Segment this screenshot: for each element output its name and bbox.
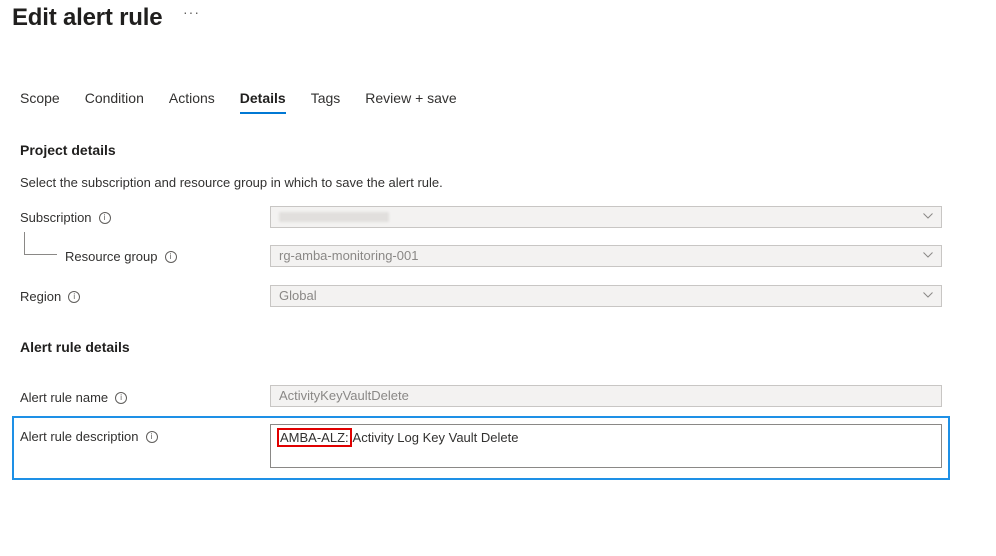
region-value: Global bbox=[279, 288, 317, 303]
info-icon[interactable]: i bbox=[145, 430, 158, 443]
info-icon[interactable]: i bbox=[115, 391, 128, 404]
tab-tags[interactable]: Tags bbox=[311, 88, 341, 118]
chevron-down-icon bbox=[923, 292, 933, 298]
tree-connector bbox=[24, 232, 57, 255]
resource-group-dropdown[interactable]: rg-amba-monitoring-001 bbox=[270, 245, 942, 267]
tab-review-save[interactable]: Review + save bbox=[365, 88, 456, 118]
alert-rule-description-label-text: Alert rule description bbox=[20, 429, 139, 444]
resource-group-label-text: Resource group bbox=[65, 249, 158, 264]
description-prefix-highlight: AMBA-ALZ: bbox=[277, 428, 352, 447]
chevron-down-icon bbox=[923, 213, 933, 219]
tab-bar: Scope Condition Actions Details Tags Rev… bbox=[20, 88, 482, 118]
info-icon[interactable]: i bbox=[164, 250, 177, 263]
subscription-label-text: Subscription bbox=[20, 210, 92, 225]
region-dropdown[interactable]: Global bbox=[270, 285, 942, 307]
alert-rule-name-label: Alert rule name i bbox=[20, 390, 128, 405]
alert-rule-name-label-text: Alert rule name bbox=[20, 390, 109, 405]
tab-actions[interactable]: Actions bbox=[169, 88, 215, 118]
alert-rule-description-label: Alert rule description i bbox=[20, 429, 158, 444]
alert-rule-name-input[interactable]: ActivityKeyVaultDelete bbox=[270, 385, 942, 407]
resource-group-value: rg-amba-monitoring-001 bbox=[279, 248, 419, 263]
alert-rule-details-heading: Alert rule details bbox=[20, 339, 130, 355]
tab-details[interactable]: Details bbox=[239, 88, 286, 118]
project-details-heading: Project details bbox=[20, 142, 116, 158]
tab-condition[interactable]: Condition bbox=[85, 88, 144, 118]
info-icon[interactable]: i bbox=[98, 211, 111, 224]
project-details-description: Select the subscription and resource gro… bbox=[20, 175, 443, 190]
subscription-dropdown[interactable] bbox=[270, 206, 942, 228]
region-label-text: Region bbox=[20, 289, 62, 304]
more-icon[interactable]: ··· bbox=[183, 4, 200, 20]
resource-group-label: Resource group i bbox=[65, 249, 177, 264]
subscription-value-redacted bbox=[279, 212, 389, 222]
chevron-down-icon bbox=[923, 252, 933, 258]
subscription-label: Subscription i bbox=[20, 210, 111, 225]
region-label: Region i bbox=[20, 289, 81, 304]
page-title: Edit alert rule bbox=[12, 4, 163, 31]
tab-scope[interactable]: Scope bbox=[20, 88, 60, 118]
alert-rule-description-input[interactable]: AMBA-ALZ: Activity Log Key Vault Delete bbox=[270, 424, 942, 468]
info-icon[interactable]: i bbox=[68, 290, 81, 303]
description-text: Activity Log Key Vault Delete bbox=[349, 430, 519, 445]
